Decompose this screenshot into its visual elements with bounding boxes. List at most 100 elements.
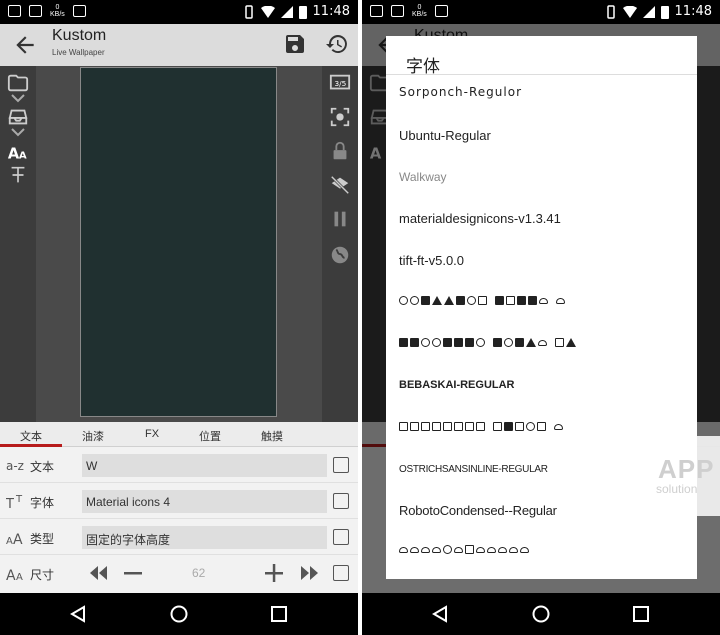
vibrate-icon [244,4,253,19]
tab-fx[interactable]: FX [145,428,159,440]
preview-counter-icon[interactable]: 3/5 [329,72,351,94]
icon-font-sample-row[interactable] [399,422,563,431]
clipboard-icon [421,422,430,431]
tab-position[interactable]: 位置 [199,428,221,444]
folder-icon[interactable] [7,72,29,94]
font-option[interactable]: RobotoCondensed--Regular [399,503,557,518]
right-tool-rail: 3/5 [322,66,358,422]
location-icon [526,338,536,347]
cloud-icon [520,546,529,553]
font-option[interactable]: tift-ft-v5.0.0 [399,253,464,268]
svg-text:A: A [13,532,23,545]
calendar-icon [399,422,408,431]
preview-counter: 3/5 [335,79,347,88]
lock-icon[interactable] [329,140,351,162]
watermark-text: APP [658,454,715,484]
formula-checkbox[interactable] [333,493,349,509]
inbox-icon[interactable] [7,106,29,128]
font-size-icon[interactable]: AA [7,140,29,162]
icon-font-sample-row[interactable] [399,296,565,305]
font-option[interactable]: Sorponch-Regulor [399,85,522,99]
property-value-font[interactable]: Material icons 4 [82,490,327,513]
minus-icon[interactable] [123,564,143,582]
alarm-icon [432,296,442,305]
property-row-size: AA 尺寸 62 [0,555,358,591]
text-item-icon[interactable] [7,164,29,186]
skip-next-icon [399,338,408,347]
cloud-icon [476,546,485,553]
font-option[interactable]: OSTRICHSANSINLINE-REGULAR [399,464,548,475]
font-option[interactable]: materialdesignicons-v1.3.41 [399,211,561,226]
fast-rewind-icon[interactable] [88,564,108,582]
phone-icon [465,422,474,431]
watermark-subtext: solution [656,482,698,496]
property-value-type[interactable]: 固定的字体高度 [82,526,327,549]
copy-icon [432,422,441,431]
formula-checkbox[interactable] [333,457,349,473]
fast-forward-icon[interactable] [300,564,320,582]
play-circle-icon [476,338,485,347]
camera-icon [456,296,465,305]
save-icon[interactable] [283,32,307,56]
globe-icon[interactable] [329,244,351,266]
tab-touch[interactable]: 触摸 [261,428,283,444]
property-row-type[interactable]: AA 类型 固定的字体高度 [0,519,358,555]
svg-text:A: A [6,568,16,581]
property-row-text[interactable]: a-z 文本 W [0,447,358,483]
badge-icon [555,338,564,347]
person-box-icon [443,338,452,347]
crop-icon [493,422,502,431]
font-option[interactable]: Walkway [399,170,447,184]
dialog-divider [386,74,697,75]
editor-screen: 0 KB/s 11:48 Kustom Live Wallpaper AA 3/5 [0,0,358,635]
facebook-icon [493,338,502,347]
history-icon[interactable] [325,32,349,56]
nav-back-icon[interactable] [430,604,450,624]
wallpaper-preview[interactable] [80,67,277,417]
cloud-rain-icon [454,546,463,553]
property-value-text[interactable]: W [82,454,327,477]
property-row-font[interactable]: TT 字体 Material icons 4 [0,483,358,519]
icon-font-sample-row[interactable] [399,338,576,347]
tab-paint[interactable]: 油漆 [82,428,104,444]
pause-circle-icon [421,338,430,347]
signal-icon [642,5,655,18]
plus-icon[interactable] [264,564,284,582]
notification-icon [370,5,383,17]
nav-home-icon[interactable] [531,604,551,624]
pause-icon[interactable] [329,208,351,230]
pause-icon [517,296,526,305]
back-arrow-icon[interactable] [12,32,38,58]
circle-icon [432,338,441,347]
nav-recents-icon[interactable] [269,604,289,624]
data-unit: KB/s [50,11,65,18]
formula-checkbox[interactable] [333,565,349,581]
focus-icon[interactable] [329,106,351,128]
data-rate: 0 [417,4,422,11]
chevron-down-icon [11,94,25,103]
layers-off-icon[interactable] [329,174,351,196]
property-label: 尺寸 [30,568,55,582]
pause-icon [467,296,476,305]
nav-recents-icon[interactable] [631,604,651,624]
square-icon [537,422,546,431]
nav-home-icon[interactable] [169,604,189,624]
formula-checkbox[interactable] [333,529,349,545]
property-label: 字体 [30,496,55,510]
font-option[interactable]: Ubuntu-Regular [399,128,491,143]
cloud-sun-icon [498,546,507,553]
scissors-icon [443,422,452,431]
notification-icon [391,5,404,17]
font-picker-dialog: 字体 Sorponch-Regulor Ubuntu-Regular Walkw… [386,36,697,579]
pause-circle-icon [410,296,419,305]
size-value: 62 [192,566,206,580]
notification-icon [8,5,21,17]
tab-text[interactable]: 文本 [20,428,42,444]
weather-icon-sample-row[interactable] [399,545,529,554]
battery-icon [298,5,307,19]
svg-text:A: A [16,572,23,581]
font-option[interactable]: BEBASKAI-REGULAR [399,379,515,391]
nav-back-icon[interactable] [68,604,88,624]
save-icon [410,338,419,347]
crop-icon [454,422,463,431]
